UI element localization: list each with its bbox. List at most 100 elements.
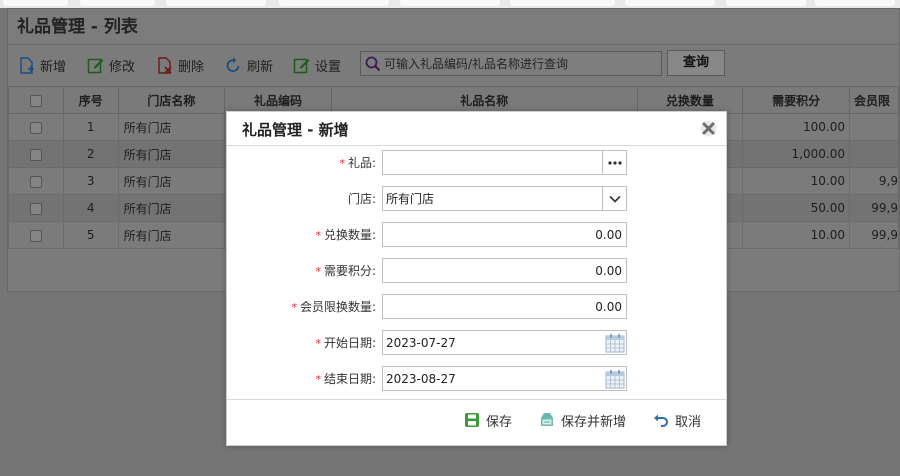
gift-field-row: * 礼品:	[227, 150, 726, 175]
query-button[interactable]: 查询	[667, 50, 725, 76]
column-header: 会员限	[848, 86, 900, 114]
row-checkbox[interactable]	[29, 202, 42, 215]
save-button[interactable]: 保存	[464, 410, 512, 430]
points-input[interactable]	[382, 258, 627, 283]
row-store: 所有门店	[117, 167, 226, 195]
row-store: 所有门店	[117, 140, 226, 168]
row-member-limit	[848, 113, 900, 141]
row-checkbox[interactable]	[29, 229, 42, 242]
save-and-new-button[interactable]: 保存并新增	[539, 410, 626, 430]
save-new-icon	[541, 413, 553, 426]
store-label: 门店:	[347, 192, 376, 206]
exchange-qty-field-row: * 兑换数量:	[227, 222, 726, 247]
search-box	[360, 51, 662, 76]
select-all-checkbox[interactable]	[29, 94, 42, 107]
member-limit-field-row: * 会员限换数量:	[227, 294, 726, 319]
row-number: 4	[62, 194, 119, 222]
add-button[interactable]: 新增	[18, 53, 66, 77]
row-number: 3	[62, 167, 119, 195]
row-number: 1	[62, 113, 119, 141]
gift-picker-button[interactable]	[602, 150, 627, 175]
settings-edit-icon	[293, 58, 310, 73]
delete-button-label: 删除	[178, 59, 205, 75]
row-points: 50.00	[742, 194, 850, 222]
start-date-picker[interactable]	[602, 330, 627, 355]
row-store: 所有门店	[117, 221, 226, 249]
edit-button-label: 修改	[109, 59, 136, 75]
calendar-icon	[605, 333, 624, 352]
chevron-down-icon	[609, 195, 621, 203]
add-button-label: 新增	[40, 59, 67, 75]
member-limit-label: * 会员限换数量:	[291, 300, 376, 314]
save-icon	[465, 413, 479, 427]
settings-button[interactable]: 设置	[293, 53, 341, 77]
end-date-field-row: * 结束日期:	[227, 366, 726, 391]
exchange-qty-label: * 兑换数量:	[315, 228, 376, 242]
refresh-button-label: 刷新	[247, 59, 274, 75]
end-date-label: * 结束日期:	[315, 372, 376, 386]
save-and-new-button-label: 保存并新增	[561, 414, 627, 430]
row-number: 2	[62, 140, 119, 168]
store-field-row: 门店:	[227, 186, 726, 211]
page-title: 礼品管理 - 列表	[8, 9, 899, 45]
edit-icon	[87, 58, 104, 73]
exchange-qty-input[interactable]	[382, 222, 627, 247]
refresh-button[interactable]: 刷新	[225, 53, 273, 77]
delete-file-icon	[158, 56, 172, 74]
row-points: 1,000.00	[742, 140, 850, 168]
store-dropdown-button[interactable]	[602, 186, 627, 211]
end-date-input[interactable]	[382, 366, 627, 391]
gift-input[interactable]	[382, 150, 627, 175]
dialog-header: 礼品管理 - 新增	[227, 112, 726, 146]
row-checkbox[interactable]	[29, 175, 42, 188]
cancel-button-label: 取消	[675, 414, 702, 430]
row-points: 100.00	[742, 113, 850, 141]
settings-button-label: 设置	[315, 59, 342, 75]
column-header: 需要积分	[742, 86, 850, 114]
column-header: 兑换数量	[636, 86, 744, 114]
column-header: 门店名称	[117, 86, 226, 114]
column-header: 礼品编码	[224, 86, 332, 114]
search-icon	[365, 56, 381, 71]
start-date-input[interactable]	[382, 330, 627, 355]
column-header: 序号	[62, 86, 119, 114]
row-points: 10.00	[742, 167, 850, 195]
start-date-label: * 开始日期:	[315, 336, 376, 350]
toolbar: 新增 修改 删除 刷新 设置 可输入礼品编码/礼品名称进行查询 查询	[8, 45, 899, 85]
add-gift-dialog: 礼品管理 - 新增 *礼品: 门店: *兑换数量: *需要积分: *会	[226, 111, 727, 446]
points-field-row: * 需要积分:	[227, 258, 726, 283]
row-member-limit: 99,9	[848, 221, 900, 249]
add-file-icon	[20, 56, 34, 74]
dialog-footer: 保存 保存并新增 取消	[227, 399, 726, 446]
cancel-button[interactable]: 取消	[653, 410, 701, 430]
store-select[interactable]	[382, 186, 627, 211]
more-dots-icon	[608, 160, 622, 165]
row-member-limit: 9,9	[848, 167, 900, 195]
row-checkbox[interactable]	[29, 121, 42, 134]
row-number: 5	[62, 221, 119, 249]
select-all-cell[interactable]	[8, 86, 64, 114]
row-points: 10.00	[742, 221, 850, 249]
row-store: 所有门店	[117, 113, 226, 141]
column-header: 礼品名称	[330, 86, 638, 114]
dialog-title: 礼品管理 - 新增	[242, 121, 349, 139]
window-top-strip	[0, 0, 900, 8]
row-member-limit: 99,9	[848, 194, 900, 222]
edit-button[interactable]: 修改	[87, 53, 135, 77]
start-date-field-row: * 开始日期:	[227, 330, 726, 355]
row-store: 所有门店	[117, 194, 226, 222]
points-label: * 需要积分:	[315, 264, 376, 278]
delete-button[interactable]: 删除	[156, 53, 204, 77]
end-date-picker[interactable]	[602, 366, 627, 391]
gift-label: * 礼品:	[339, 156, 376, 170]
table-header-row: 序号 门店名称 礼品编码 礼品名称 兑换数量 需要积分 会员限	[8, 86, 900, 114]
row-checkbox[interactable]	[29, 148, 42, 161]
refresh-icon	[226, 57, 240, 72]
save-button-label: 保存	[486, 414, 513, 430]
calendar-icon	[605, 369, 624, 388]
row-member-limit	[848, 140, 900, 168]
close-icon[interactable]	[700, 120, 717, 137]
search-input[interactable]	[384, 56, 654, 71]
undo-icon	[654, 414, 668, 427]
member-limit-input[interactable]	[382, 294, 627, 319]
